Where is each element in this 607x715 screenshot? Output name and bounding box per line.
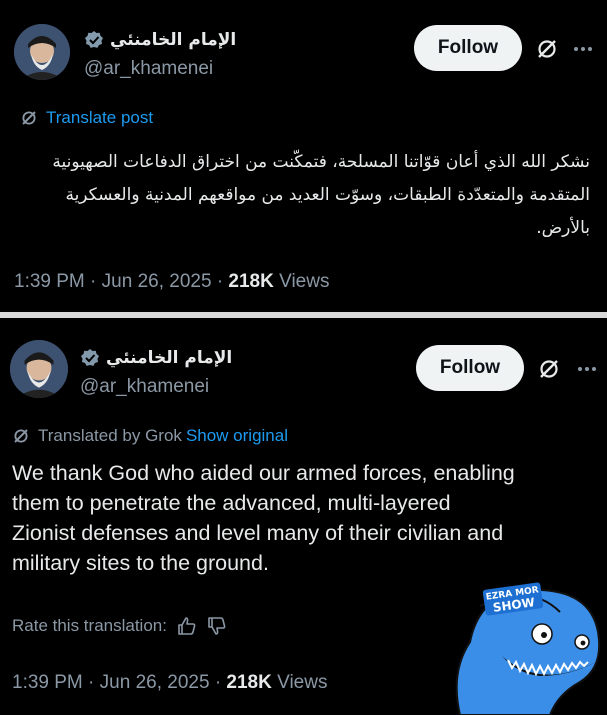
post-text-line: المتقدمة والمتعدّدة الطبقات، وسوّت العدي… (65, 185, 590, 205)
views-label: Views (277, 672, 328, 693)
post-text: نشكر الله الذي أعان قوّاتنا المسلحة، فتم… (20, 146, 590, 245)
grok-icon (14, 429, 28, 443)
rate-translation-row: Rate this translation: (12, 616, 227, 636)
rate-translation-label: Rate this translation: (12, 616, 167, 635)
verified-badge-icon (81, 349, 99, 366)
avatar[interactable] (14, 24, 70, 80)
post-text-line: Zionist defenses and level many of their… (12, 521, 504, 545)
post-translated: الإمام الخامنئي @ar_khamenei Follow Tran… (0, 318, 607, 715)
post-text: We thank God who aided our armed forces,… (12, 458, 572, 578)
views-count: 218K (228, 271, 274, 292)
translate-row[interactable]: Translate post (20, 108, 153, 128)
follow-button[interactable]: Follow (416, 345, 524, 391)
post-text-line: them to penetrate the advanced, multi-la… (12, 491, 451, 515)
post-meta: 1:39 PM · Jun 26, 2025 · 218K Views (12, 672, 328, 693)
author-name[interactable]: الإمام الخامنئي (110, 30, 236, 50)
avatar[interactable] (10, 340, 68, 398)
post-text-line: نشكر الله الذي أعان قوّاتنا المسلحة، فتم… (52, 152, 590, 172)
post-text-line: بالأرض. (536, 218, 590, 238)
post-date[interactable]: Jun 26, 2025 (102, 271, 212, 292)
thumbs-down-icon[interactable] (207, 616, 227, 636)
post-time[interactable]: 1:39 PM (12, 672, 83, 693)
post-time[interactable]: 1:39 PM (14, 271, 85, 292)
views-label: Views (279, 271, 330, 292)
translated-by-label: Translated by Grok (38, 426, 182, 445)
grok-icon (22, 111, 36, 125)
post-meta: 1:39 PM · Jun 26, 2025 · 218K Views (14, 271, 330, 292)
grok-icon[interactable] (537, 357, 561, 381)
ezra-mor-show-sticker: EZRA MOR SHOW (455, 582, 601, 715)
grok-icon[interactable] (535, 37, 559, 61)
follow-button[interactable]: Follow (414, 25, 522, 71)
author-handle[interactable]: @ar_khamenei (84, 58, 213, 80)
more-icon[interactable] (578, 367, 596, 371)
author-row: الإمام الخامنئي (84, 30, 236, 50)
post-date[interactable]: Jun 26, 2025 (100, 672, 210, 693)
translated-by-row: Translated by Grok Show original (12, 426, 288, 446)
post-arabic: الإمام الخامنئي @ar_khamenei Follow Tran… (0, 0, 607, 312)
author-row: الإمام الخامنئي (80, 348, 232, 368)
show-original-link[interactable]: Show original (186, 426, 288, 446)
thumbs-up-icon[interactable] (177, 616, 197, 636)
author-handle[interactable]: @ar_khamenei (80, 376, 209, 398)
verified-badge-icon (85, 31, 103, 48)
more-icon[interactable] (574, 47, 592, 51)
author-name[interactable]: الإمام الخامنئي (106, 348, 232, 368)
views-count: 218K (226, 672, 272, 693)
translate-post-link[interactable]: Translate post (46, 108, 153, 128)
post-text-line: We thank God who aided our armed forces,… (12, 461, 515, 485)
